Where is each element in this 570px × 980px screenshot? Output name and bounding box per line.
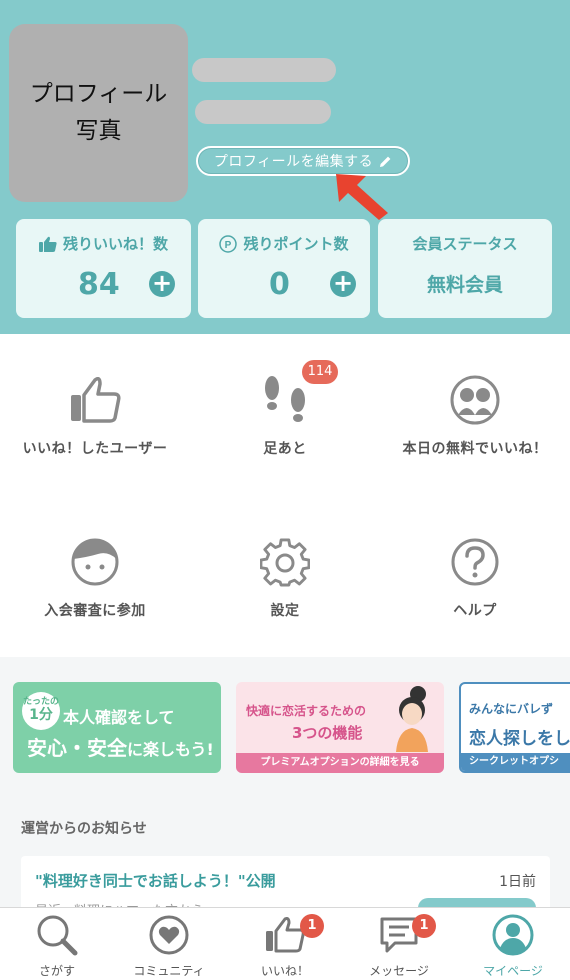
- points-remaining-value: 0: [269, 267, 290, 302]
- thumbs-up-icon: [266, 917, 305, 953]
- profile-photo-label: プロフィール 写真: [29, 81, 168, 144]
- verify-banner-line2: 安心・安全に楽しもう!: [27, 736, 214, 760]
- menu-liked-users-label: いいね！したユーザー: [22, 441, 168, 457]
- premium-banner-cta: プレミアムオプションの詳細を見る: [236, 753, 444, 773]
- points-remaining-card[interactable]: P 残りポイント数 0 +: [198, 219, 370, 318]
- verify-banner-line1: 本人確認をして: [63, 708, 175, 727]
- secret-banner-line1: みんなにバレず: [469, 702, 554, 716]
- menu-settings[interactable]: 設定: [190, 536, 380, 620]
- person-face-icon: [71, 538, 119, 586]
- thumbs-up-icon: [38, 236, 57, 252]
- add-likes-button[interactable]: +: [149, 271, 175, 297]
- tab-messages[interactable]: メッセージ 1: [342, 908, 456, 980]
- tab-search[interactable]: さがす: [0, 908, 114, 980]
- menu-footprints-label: 足あと: [263, 441, 307, 457]
- woman-illustration: [396, 686, 428, 752]
- tab-likes-label: いいね！: [260, 964, 309, 978]
- menu-screening-label: 入会審査に参加: [44, 603, 146, 619]
- menu-help-label: ヘルプ: [453, 603, 497, 619]
- news-time: 1日前: [499, 874, 536, 890]
- likes-remaining-title: 残りいいね！数: [62, 235, 168, 253]
- search-icon: [37, 915, 78, 956]
- tab-messages-label: メッセージ: [369, 964, 429, 978]
- tab-community-label: コミュニティ: [133, 964, 205, 978]
- menu-footprints[interactable]: 足あと: [190, 374, 380, 458]
- premium-option-banner[interactable]: 快適に恋活するための 3つの機能 プレミアムオプションの詳細を見る: [236, 682, 444, 773]
- points-remaining-title: 残りポイント数: [243, 235, 349, 253]
- add-points-button[interactable]: +: [330, 271, 356, 297]
- verify-identity-banner[interactable]: たったの 1分 本人確認をして 安心・安全に楽しもう!: [13, 682, 221, 773]
- heart-circle-icon: [149, 915, 189, 955]
- premium-banner-line2: 3つの機能: [292, 724, 363, 742]
- user-circle-icon: [492, 914, 534, 956]
- pointer-arrow-icon: [336, 174, 388, 220]
- likes-remaining-value: 84: [78, 267, 120, 302]
- menu-screening[interactable]: 入会審査に参加: [0, 536, 190, 620]
- premium-banner-line1: 快適に恋活するための: [246, 704, 367, 718]
- point-coin-icon: P: [219, 234, 238, 253]
- gear-icon: [260, 538, 310, 587]
- menu-free-like-label: 本日の無料でいいね！: [402, 441, 548, 457]
- profile-header: プロフィール 写真 プロフィールを編集する 残りいいね！数 84 + P 残りポ…: [0, 0, 570, 334]
- svg-text:P: P: [225, 240, 232, 251]
- menu-free-like[interactable]: 本日の無料でいいね！: [380, 374, 570, 458]
- likes-remaining-card[interactable]: 残りいいね！数 84 +: [16, 219, 191, 318]
- menu-settings-label: 設定: [270, 603, 300, 619]
- pencil-icon: [380, 156, 391, 167]
- menu-help[interactable]: ヘルプ: [380, 536, 570, 620]
- messages-tab-badge: 1: [412, 914, 436, 938]
- tab-mypage-label: マイページ: [483, 964, 543, 978]
- footprints-badge: 114: [302, 360, 338, 384]
- faces-circle-icon: [450, 375, 500, 425]
- profile-photo[interactable]: プロフィール 写真: [9, 24, 188, 202]
- question-circle-icon: [451, 538, 499, 586]
- tab-mypage[interactable]: マイページ: [456, 908, 570, 980]
- news-heading: 運営からのお知らせ: [21, 821, 147, 837]
- secret-banner-line2: 恋人探しをし: [469, 729, 570, 749]
- footprints-icon: [265, 376, 305, 422]
- membership-status-title: 会員ステータス: [412, 235, 518, 253]
- userinfo-redacted: [195, 100, 331, 124]
- username-redacted: [192, 58, 336, 82]
- one-minute-badge: たったの 1分: [22, 692, 60, 730]
- news-title: "料理好き同士でお話しよう！"公開: [35, 872, 276, 890]
- tab-likes[interactable]: いいね！ 1: [228, 908, 342, 980]
- likes-tab-badge: 1: [300, 914, 324, 938]
- bottom-tab-bar: さがす コミュニティ いいね！ 1 メッセージ 1 マイページ: [0, 907, 570, 980]
- tab-search-label: さがす: [38, 964, 75, 978]
- membership-status-value: 無料会員: [426, 274, 503, 296]
- thumbs-up-icon: [71, 377, 121, 423]
- secret-banner-cta: シークレットオプシ: [461, 753, 570, 771]
- secret-option-banner[interactable]: みんなにバレず 恋人探しをし シークレットオプシ: [459, 682, 570, 773]
- menu-liked-users[interactable]: いいね！したユーザー: [0, 374, 190, 458]
- tab-community[interactable]: コミュニティ: [112, 908, 226, 980]
- membership-status-card[interactable]: 会員ステータス 無料会員: [378, 219, 552, 318]
